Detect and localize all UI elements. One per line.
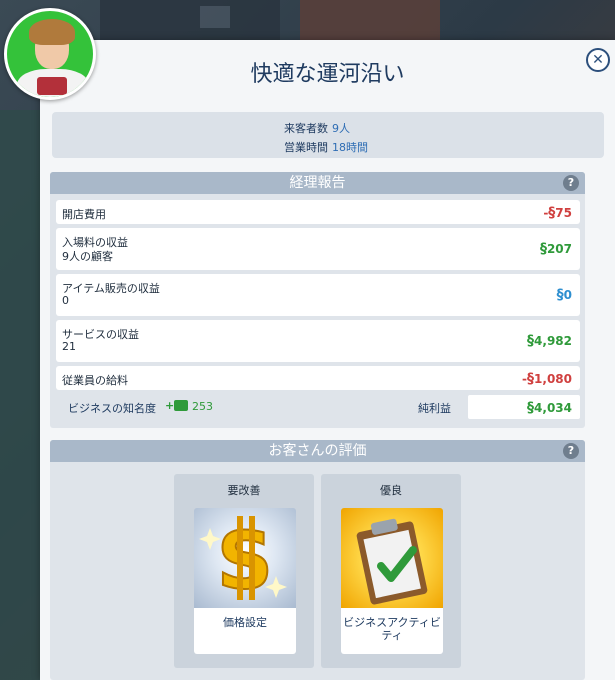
finance-row: アイテム販売の収益 0 §0 — [56, 274, 580, 316]
close-icon[interactable]: ✕ — [586, 48, 610, 72]
business-fame-label: ビジネスの知名度 — [68, 402, 156, 415]
finance-row-amount: §0 — [556, 287, 572, 303]
hours-label: 営業時間 — [284, 141, 328, 154]
review-card-needs-improvement[interactable]: 要改善 S 価格設定 — [174, 474, 314, 668]
finance-row-detail: 9人の顧客 — [62, 250, 113, 263]
customer-reviews-section: お客さんの評価 ? 要改善 S 価格設定 優良 ビジネスアクティビティ — [50, 440, 585, 680]
customer-reviews-title: お客さんの評価 — [268, 443, 367, 459]
finance-row-name: 従業員の給料 — [62, 374, 128, 387]
background-wall — [0, 110, 42, 680]
finance-row-amount: -§75 — [543, 205, 572, 221]
visitors-label: 来客者数 — [284, 122, 328, 135]
net-profit-amount: §4,034 — [527, 400, 572, 416]
help-icon[interactable]: ? — [563, 175, 579, 191]
business-fame-value: 253 — [192, 400, 213, 413]
review-card-title: 優良 — [380, 484, 402, 497]
finance-row-detail: 21 — [62, 340, 76, 353]
clipboard-checkmark-icon — [341, 508, 443, 608]
finance-row-name: 開店費用 — [62, 208, 106, 221]
finance-row: サービスの収益 21 §4,982 — [56, 320, 580, 362]
sim-avatar[interactable] — [4, 8, 96, 100]
finance-row: 開店費用 -§75 — [56, 200, 580, 224]
review-card-title: 要改善 — [227, 484, 261, 497]
background-window — [200, 6, 230, 28]
avatar-hair — [29, 19, 75, 45]
finance-row-detail: 0 — [62, 294, 69, 307]
review-card-excellent[interactable]: 優良 ビジネスアクティビティ — [321, 474, 461, 668]
review-card-label: ビジネスアクティビティ — [341, 608, 443, 654]
net-profit-label: 純利益 — [418, 402, 451, 415]
avatar-shirt-print — [37, 77, 67, 95]
hours-value: 18時間 — [332, 141, 368, 154]
finance-row: 入場料の収益 9人の顧客 §207 — [56, 228, 580, 270]
finance-summary-bar: ビジネスの知名度 + 253 純利益 §4,034 — [56, 394, 580, 420]
review-card-label: 価格設定 — [194, 608, 296, 654]
money-icon — [174, 400, 188, 411]
net-profit-box: §4,034 — [468, 395, 580, 419]
svg-text:S: S — [217, 517, 273, 607]
help-icon[interactable]: ? — [563, 443, 579, 459]
simoleon-coin-icon: S — [194, 508, 296, 608]
background-building — [300, 0, 440, 40]
finance-row-amount: §4,982 — [527, 333, 572, 349]
venue-title: 快適な運河沿い — [250, 62, 405, 87]
finance-row-name: アイテム販売の収益 — [62, 282, 160, 295]
finance-row: 従業員の給料 -§1,080 — [56, 366, 580, 390]
customer-reviews-header: お客さんの評価 ? — [50, 440, 585, 462]
visitors-value: 9人 — [332, 122, 350, 135]
finance-report-section: 経理報告 ? 開店費用 -§75 入場料の収益 9人の顧客 §207 アイテム販… — [50, 172, 585, 428]
fame-plus-sign: + — [165, 399, 175, 412]
finance-row-amount: -§1,080 — [522, 371, 572, 387]
venue-info-box: 来客者数 9人 営業時間 18時間 — [52, 112, 604, 158]
finance-row-amount: §207 — [539, 241, 572, 257]
finance-report-header: 経理報告 ? — [50, 172, 585, 194]
finance-report-title: 経理報告 — [289, 175, 346, 191]
